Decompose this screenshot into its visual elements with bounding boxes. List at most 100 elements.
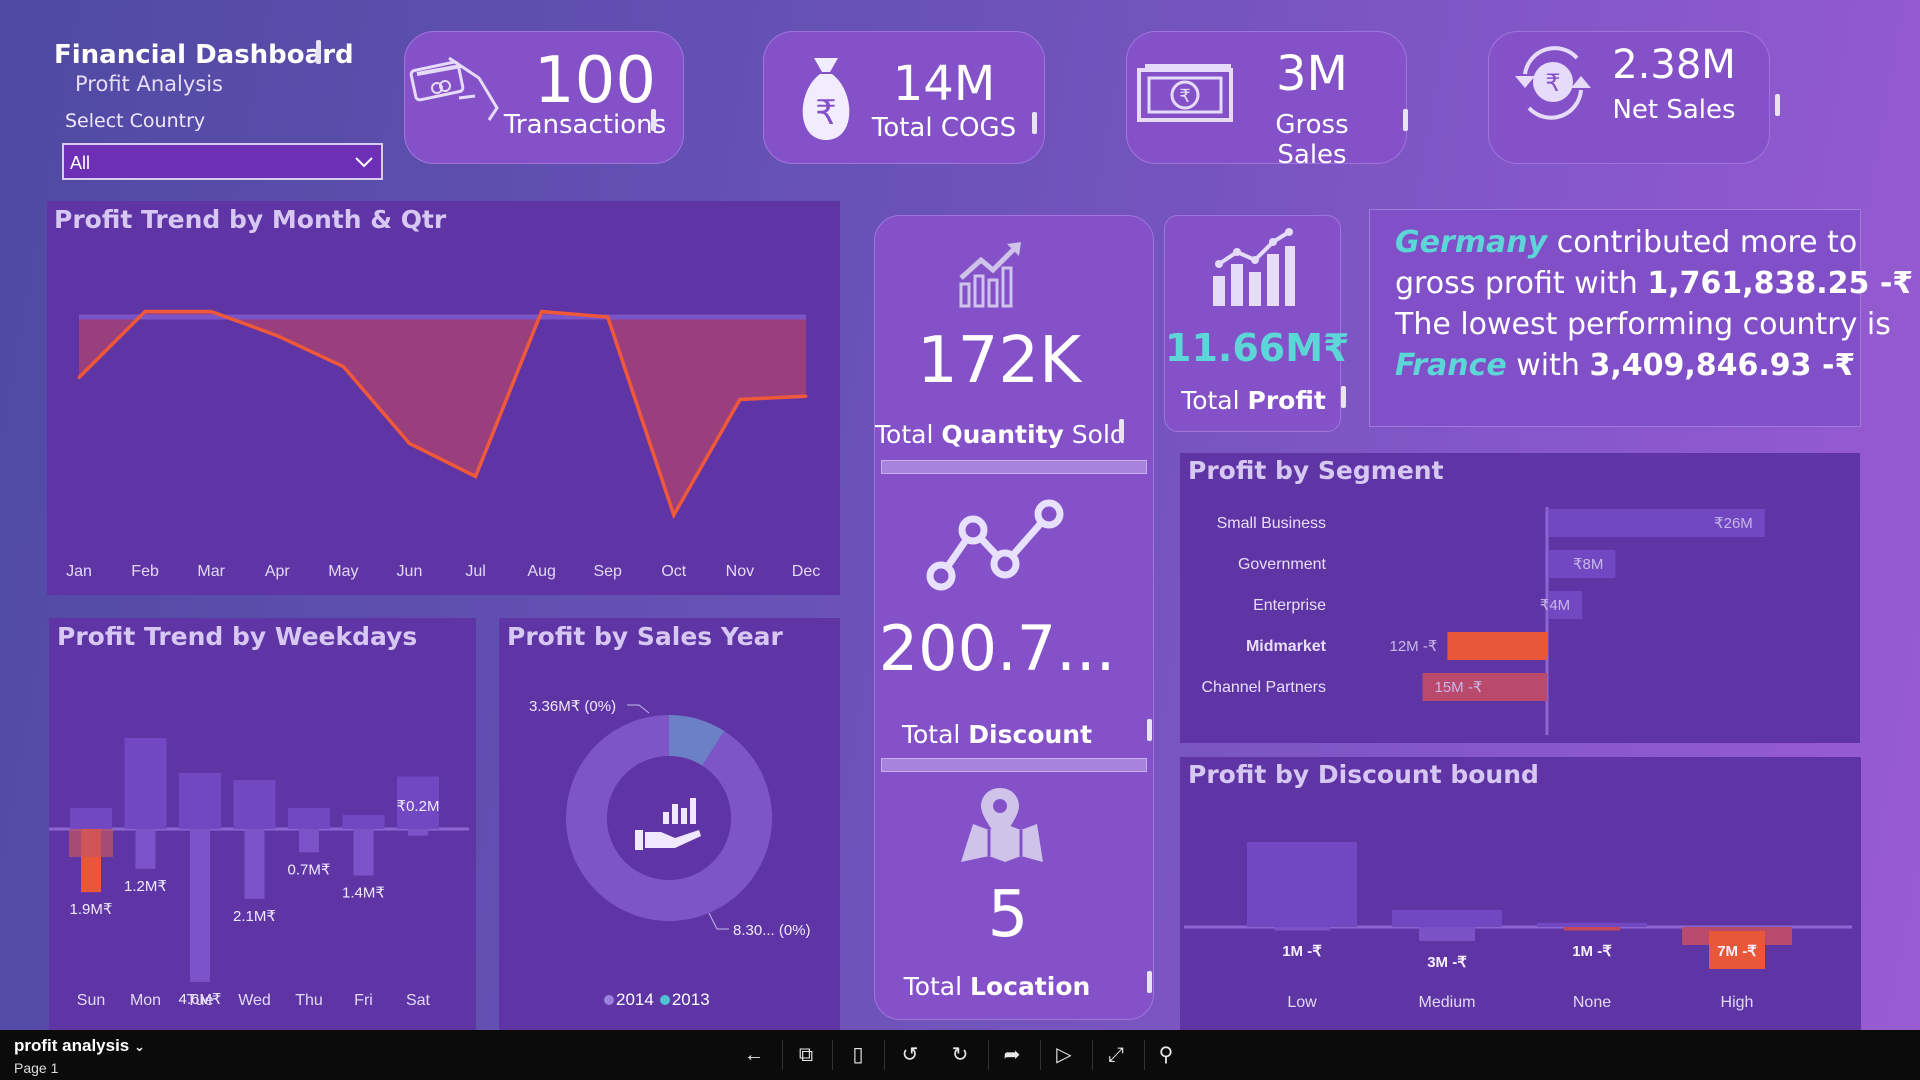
undo-icon[interactable]: ↺: [896, 1041, 924, 1069]
weekday-neg-bar: [190, 829, 210, 982]
x-tick-label: Jan: [66, 563, 92, 580]
x-tick-label: Mar: [197, 563, 225, 580]
legend-dot-2014: [604, 995, 614, 1005]
profit-point: [804, 394, 808, 398]
top-value: 1,761,838.25 -₹: [1647, 266, 1914, 301]
weekday-neg-bar: [299, 829, 319, 853]
profit-point: [606, 315, 610, 319]
country-dropdown[interactable]: All: [62, 143, 383, 180]
segment-label: Small Business: [1217, 515, 1326, 532]
weekday-value-label: 0.7M₹: [288, 861, 331, 878]
monthly-profit-panel: Profit Trend by Month & Qtr Jan Feb Mar Apr…: [47, 201, 840, 595]
insight-line-3: The lowest performing country is: [1395, 307, 1891, 342]
refresh-icon[interactable]: ↻: [946, 1041, 974, 1069]
profit-point: [540, 310, 544, 313]
svg-text:₹: ₹: [1179, 86, 1190, 107]
x-tick-label: Oct: [661, 563, 686, 580]
x-tick-label: Apr: [265, 563, 291, 580]
discount-neg-bar: [1274, 927, 1330, 931]
dashboard-subtitle: Profit Analysis: [75, 72, 223, 96]
kpi-value: 14M: [892, 56, 996, 112]
svg-text:₹: ₹: [1545, 69, 1560, 97]
card-cursor: [1775, 94, 1780, 116]
weekday-bar: [70, 808, 112, 829]
exit-fullscreen-icon[interactable]: ⤢: [1102, 1041, 1130, 1069]
weekday-profit-panel: Profit Trend by Weekdays 1.9M₹ Sun 1.2M₹ Mo…: [49, 618, 476, 1030]
discount-label: Total Discount: [901, 720, 1093, 749]
discount-bar: [1247, 842, 1357, 927]
weekday-neg-bar: [408, 829, 428, 836]
legend-dot-2013: [659, 995, 670, 1005]
kpi-gross-sales-card: ₹ 3M Gross Sales: [1126, 31, 1408, 170]
weekday-value-label: 2.1M₹: [233, 908, 276, 925]
card-cursor: [1119, 419, 1124, 441]
top-country: Germany: [1395, 225, 1548, 260]
quantity-label: Total Quantity Sold: [875, 420, 1126, 449]
weekday-bar: [124, 738, 167, 829]
x-tick-label: Thu: [295, 992, 323, 1009]
weekday-neg-bar: [135, 829, 156, 869]
weekday-neg-bar: [244, 829, 265, 899]
weekday-bar-chart: 1.9M₹Sun1.2M₹Mon 4.6M₹Tue2.1M₹Wed0.7M₹Thu…: [49, 738, 469, 1009]
chevron-down-icon: ⌄: [134, 1039, 145, 1054]
play-icon[interactable]: ▷: [1050, 1041, 1078, 1069]
back-arrow-icon[interactable]: ←: [740, 1041, 768, 1069]
discount-bound-panel: Profit by Discount bound 1M -₹ Low 3M -₹ Me…: [1180, 757, 1861, 1030]
weekday-bar: [288, 808, 330, 829]
bar-growth-icon: [1213, 228, 1295, 306]
discount-value-label: 3M -₹: [1427, 954, 1467, 971]
kpi-value: 3M: [1276, 46, 1348, 102]
profit-point: [341, 365, 345, 368]
insight-line-1: Germany contributed more to: [1395, 225, 1858, 260]
card-cursor: [1147, 719, 1152, 741]
insight-line-2: gross profit with 1,761,838.25 -₹: [1395, 266, 1914, 301]
x-tick-label: High: [1721, 994, 1754, 1011]
separator: [884, 1040, 885, 1070]
rupee-refresh-icon: ₹: [1515, 46, 1591, 120]
chevron-down-icon: [355, 157, 373, 168]
card-cursor: [1147, 971, 1152, 993]
segment-label: Government: [1238, 556, 1327, 573]
divider: [881, 460, 1147, 474]
bookmark-icon[interactable]: ▯: [844, 1041, 872, 1069]
weekday-value-label: 1.2M₹: [124, 878, 167, 895]
x-tick-label: Mon: [130, 992, 161, 1009]
card-cursor: [1341, 386, 1346, 408]
line-trend-icon: [926, 499, 1064, 591]
insight-panel: Germany contributed more to gross profit…: [1369, 209, 1914, 427]
profit-point: [672, 513, 676, 517]
weekday-neg-bar: [353, 829, 374, 876]
x-tick-label: Feb: [131, 563, 159, 580]
page-name-dropdown[interactable]: profit analysis ⌄: [14, 1036, 145, 1056]
kpi-label: Total COGS: [871, 113, 1017, 143]
discount-value-label: 7M -₹: [1717, 943, 1757, 960]
discount-neg-bar: [1419, 927, 1475, 941]
x-tick-label: Nov: [726, 563, 754, 580]
profit-area: [79, 311, 806, 515]
discount-bar-chart: 1M -₹ Low 3M -₹ Medium 1M -₹ None 7M -₹ High: [1184, 842, 1852, 1011]
kpi-transactions-card: 100 Transactions: [404, 31, 684, 164]
weekday-value-label: ₹0.2M: [397, 798, 440, 815]
search-icon[interactable]: ⚲: [1152, 1041, 1180, 1069]
x-tick-label: None: [1573, 994, 1611, 1011]
segment-value-label: 15M -₹: [1435, 679, 1483, 696]
copy-icon[interactable]: ⧉: [792, 1041, 820, 1069]
segment-value-label: ₹26M: [1714, 515, 1753, 532]
page-name: profit analysis: [14, 1036, 130, 1055]
legend-label-2014: 2014: [616, 990, 654, 1009]
location-label: Total Location: [903, 972, 1091, 1001]
x-tick-label: Sat: [406, 992, 431, 1009]
kpi-value: 2.38M: [1612, 42, 1736, 88]
discount-bar: [1392, 910, 1502, 927]
map-pin-icon: [961, 788, 1043, 862]
discount-value-label: 1M -₹: [1572, 943, 1612, 960]
segment-label: Midmarket: [1246, 638, 1327, 655]
share-icon[interactable]: ➦: [998, 1041, 1026, 1069]
low-country: France: [1395, 348, 1507, 383]
x-tick-label: Tue: [187, 992, 214, 1009]
page-number: Page 1: [14, 1060, 59, 1076]
discount-value: 200.7...: [878, 612, 1116, 685]
banknote-icon: ₹: [1137, 64, 1233, 122]
separator: [1040, 1040, 1041, 1070]
hand-chart-icon: [635, 798, 701, 850]
